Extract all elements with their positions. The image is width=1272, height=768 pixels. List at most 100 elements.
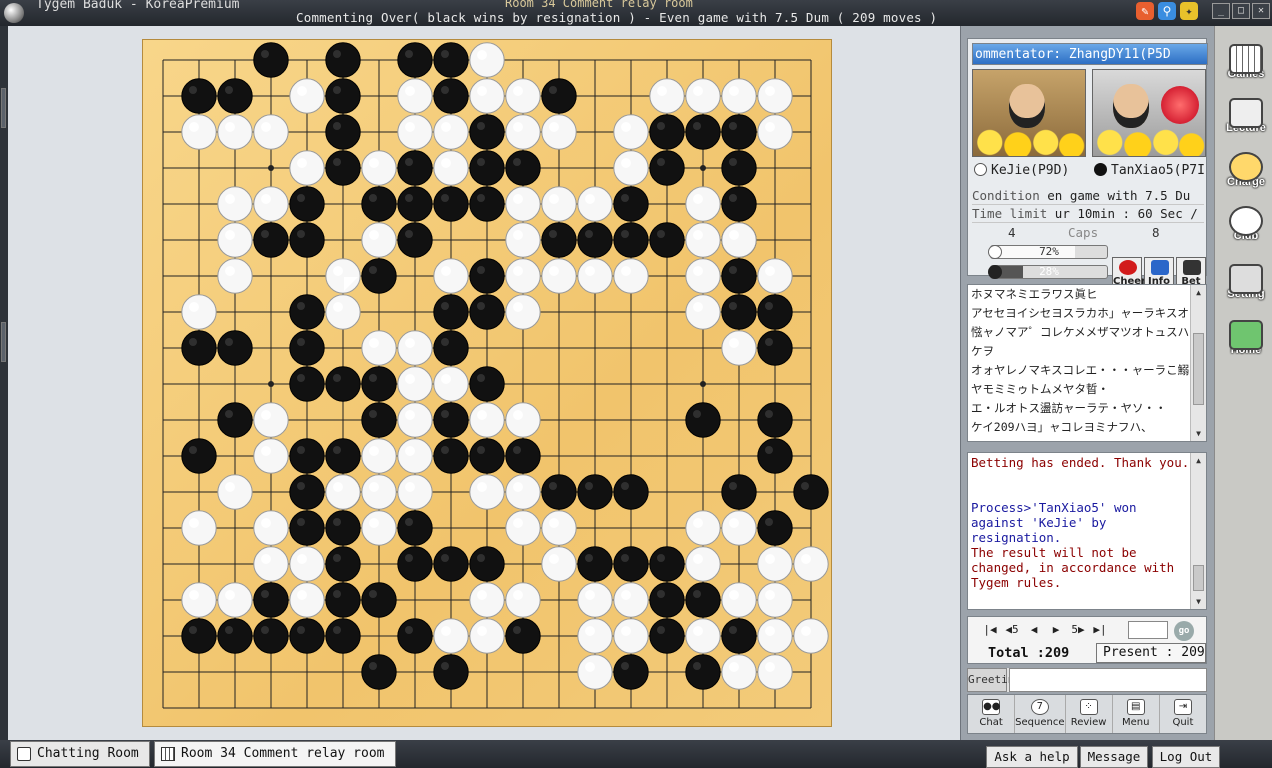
search-icon[interactable]: ⚲: [1158, 2, 1176, 20]
player-black-photo[interactable]: [1092, 69, 1206, 157]
total-moves: Total :209: [988, 645, 1070, 661]
white-stone: [181, 114, 217, 150]
white-stone: [721, 78, 757, 114]
go-board[interactable]: [142, 39, 832, 727]
commentary-chat-log[interactable]: ホヌマネミエラワス眞ヒ アセセヨイシセヨスラカホ」ャーラキスオ・モイサエ 惤ャノ…: [967, 284, 1207, 442]
forward-button[interactable]: ▶: [1048, 623, 1064, 636]
stone-highlight: [765, 338, 773, 346]
sidebar-setting[interactable]: Setting: [1219, 264, 1272, 316]
white-stone: [289, 78, 325, 114]
stone-highlight: [765, 518, 773, 526]
stone-highlight: [333, 302, 343, 312]
move-number-input[interactable]: [1128, 621, 1168, 639]
sidebar-lecture[interactable]: Lecture: [1219, 98, 1272, 150]
stone-highlight: [441, 374, 451, 384]
ask-help-button[interactable]: Ask a help: [986, 746, 1078, 768]
stone-highlight: [441, 446, 449, 454]
chat-icon: ●●: [982, 699, 1001, 715]
white-stone: [289, 546, 325, 582]
system-message-log[interactable]: Betting has ended. Thank you. Process>'T…: [967, 452, 1207, 610]
logout-button[interactable]: Log Out: [1152, 746, 1220, 768]
tygem-app-window: Tygem Baduk - KoreaPremium Room 34 Comme…: [0, 0, 1272, 768]
flowers-icon: [973, 122, 1085, 156]
scroll-up-icon[interactable]: ▲: [1192, 454, 1205, 467]
last-move-button[interactable]: ▶|: [1092, 623, 1108, 636]
scroll-thumb[interactable]: [1193, 565, 1204, 591]
tab-chatting-room[interactable]: Chatting Room: [10, 741, 150, 767]
stone-highlight: [405, 446, 415, 456]
quit-button[interactable]: ⇥ Quit: [1160, 695, 1206, 733]
go-board-svg[interactable]: [143, 40, 833, 728]
lightbulb-icon[interactable]: ✦: [1180, 2, 1198, 20]
menu-button[interactable]: ▤ Menu: [1113, 695, 1160, 733]
white-stone: [397, 114, 433, 150]
tygem-logo-icon: [4, 3, 24, 23]
stone-highlight: [261, 590, 269, 598]
scroll-up-icon[interactable]: ▲: [1192, 286, 1205, 299]
stone-highlight: [189, 302, 199, 312]
back-5-button[interactable]: ◀5: [1004, 623, 1020, 636]
review-button[interactable]: ⁘ Review: [1066, 695, 1113, 733]
left-strip-handle[interactable]: [1, 88, 6, 128]
close-icon[interactable]: ✕: [1252, 3, 1270, 19]
black-stone-icon: [988, 265, 1002, 279]
chat-button[interactable]: ●● Chat: [968, 695, 1016, 733]
go-button[interactable]: go: [1174, 621, 1194, 641]
player-white-name[interactable]: KeJie(P9D): [974, 163, 1088, 178]
sequence-button[interactable]: 7 Sequence: [1015, 695, 1066, 733]
stone-highlight: [225, 86, 233, 94]
message-button[interactable]: Message: [1080, 746, 1148, 768]
white-stone: [757, 546, 793, 582]
first-move-button[interactable]: |◀: [982, 623, 998, 636]
black-stone: [469, 258, 505, 294]
black-stone: [541, 78, 577, 114]
greeting-input[interactable]: [1009, 668, 1207, 692]
sidebar-charge[interactable]: Charge: [1219, 152, 1272, 204]
left-strip-handle[interactable]: [1, 322, 6, 362]
black-stone: [361, 186, 397, 222]
sidebar-home[interactable]: Home: [1219, 320, 1272, 372]
scroll-down-icon[interactable]: ▼: [1192, 595, 1205, 608]
minimize-icon[interactable]: _: [1212, 3, 1230, 19]
stone-highlight: [657, 158, 665, 166]
stone-highlight: [729, 194, 737, 202]
people-icon: [1229, 206, 1263, 236]
right-panel: ommentator: ZhangDY11(P5D KeJie(P9D) Tan…: [960, 26, 1214, 740]
stone-highlight: [369, 230, 379, 240]
stone-highlight: [333, 86, 341, 94]
scroll-down-icon[interactable]: ▼: [1192, 427, 1205, 440]
white-stone: [325, 258, 361, 294]
black-stone: [433, 402, 469, 438]
black-stone: [505, 438, 541, 474]
tab-comment-room[interactable]: Room 34 Comment relay room: [154, 741, 396, 767]
paint-icon[interactable]: ✎: [1136, 2, 1154, 20]
stone-highlight: [369, 518, 379, 528]
black-stone: [325, 78, 361, 114]
white-stone: [289, 150, 325, 186]
stone-highlight: [405, 374, 415, 384]
stone-highlight: [729, 86, 739, 96]
black-stone: [541, 474, 577, 510]
menu-book-icon: ▤: [1126, 699, 1145, 715]
stone-highlight: [657, 86, 667, 96]
stone-highlight: [801, 554, 811, 564]
stone-highlight: [261, 626, 269, 634]
white-stone: [541, 546, 577, 582]
maximize-icon[interactable]: □: [1232, 3, 1250, 19]
white-stone: [361, 150, 397, 186]
chat-log-scrollbar[interactable]: ▲ ▼: [1190, 285, 1206, 441]
black-stone: [217, 78, 253, 114]
back-button[interactable]: ◀: [1026, 623, 1042, 636]
forward-5-button[interactable]: 5▶: [1070, 623, 1086, 636]
stone-highlight: [693, 302, 703, 312]
player-white-photo[interactable]: [972, 69, 1086, 157]
white-stone: [289, 582, 325, 618]
player-black-name[interactable]: TanXiao5(P7I: [1094, 163, 1208, 178]
scroll-thumb[interactable]: [1193, 333, 1204, 405]
stone-highlight: [297, 446, 305, 454]
black-stone: [325, 366, 361, 402]
message-log-scrollbar[interactable]: ▲ ▼: [1190, 453, 1206, 609]
stone-highlight: [765, 554, 775, 564]
sidebar-club[interactable]: Club: [1219, 206, 1272, 258]
sidebar-games[interactable]: Games: [1219, 44, 1272, 96]
